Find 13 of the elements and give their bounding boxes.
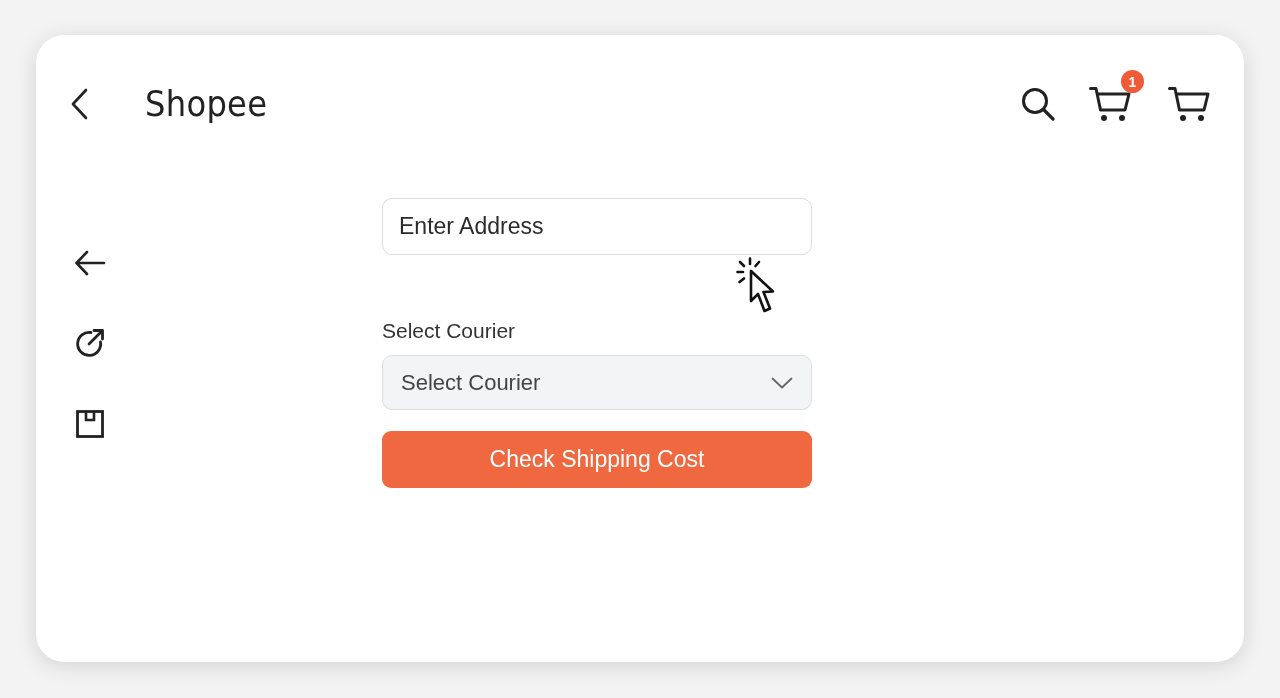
app-title: Shopee (145, 84, 268, 124)
chevron-down-icon (771, 376, 793, 389)
address-field[interactable]: Enter Address (382, 198, 812, 255)
search-icon[interactable] (1021, 87, 1055, 121)
share-icon[interactable] (75, 328, 105, 358)
arrow-left-icon[interactable] (74, 250, 106, 276)
courier-select[interactable]: Select Courier (382, 355, 812, 410)
cart-icon[interactable] (1168, 86, 1210, 122)
courier-label: Select Courier (382, 318, 517, 344)
chevron-left-icon[interactable] (70, 88, 88, 120)
cart-badge: 1 (1121, 70, 1144, 93)
box-icon[interactable] (76, 410, 104, 438)
cart-icon[interactable] (1089, 86, 1131, 122)
